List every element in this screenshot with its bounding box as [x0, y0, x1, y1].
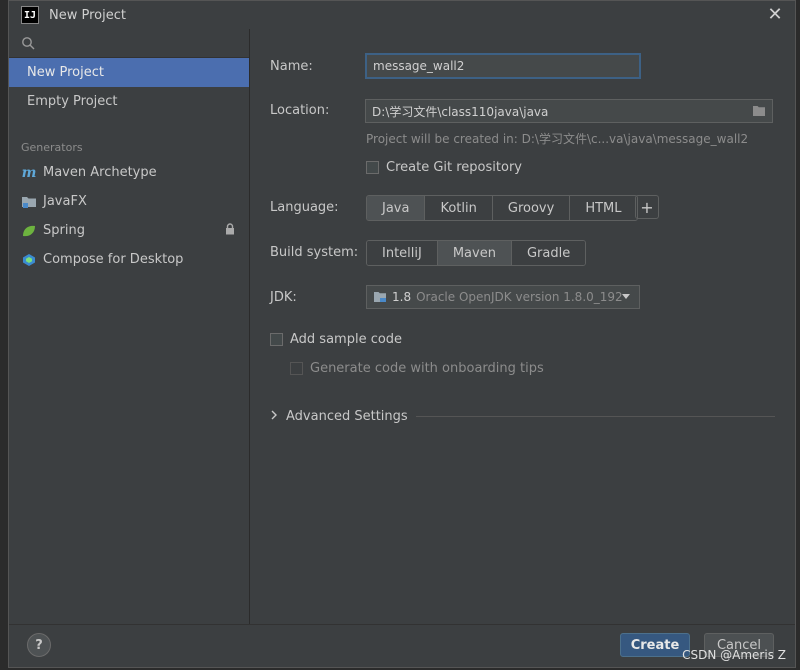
background-editor-strip [0, 0, 8, 670]
language-label: Language: [270, 200, 339, 215]
jdk-folder-icon [373, 291, 387, 303]
build-option-gradle[interactable]: Gradle [511, 241, 586, 265]
advanced-settings-label: Advanced Settings [286, 409, 408, 424]
divider [415, 416, 775, 417]
build-option-intellij[interactable]: IntelliJ [367, 241, 438, 265]
add-sample-code-label: Add sample code [290, 332, 403, 347]
generator-label: Compose for Desktop [43, 252, 184, 267]
sidebar-item-label: New Project [27, 65, 104, 80]
language-selector: Java Kotlin Groovy HTML [366, 195, 638, 221]
name-input-value: message_wall2 [373, 59, 465, 73]
chevron-down-icon [621, 290, 631, 304]
language-option-label: Kotlin [440, 200, 477, 216]
maven-icon: m [21, 164, 37, 181]
add-language-button[interactable]: + [635, 195, 659, 219]
search-icon [22, 37, 35, 50]
location-input-value: D:\学习文件\class110java\java [372, 104, 549, 119]
generators-header: Generators [21, 140, 83, 154]
language-option-kotlin[interactable]: Kotlin [425, 196, 493, 220]
sidebar-item-new-project[interactable]: New Project [9, 58, 249, 87]
location-input[interactable]: D:\学习文件\class110java\java [365, 99, 773, 123]
sidebar-item-label: Empty Project [27, 94, 118, 109]
location-hint: Project will be created in: D:\学习文件\c...… [366, 132, 749, 146]
generator-compose-desktop[interactable]: Compose for Desktop [9, 245, 249, 274]
new-project-dialog: IJ New Project ✕ New Project Empty Proje… [8, 0, 796, 668]
checkbox-box[interactable] [290, 362, 303, 375]
intellij-icon: IJ [21, 6, 39, 24]
location-label: Location: [270, 103, 330, 118]
name-input[interactable]: message_wall2 [365, 53, 641, 79]
jdk-label: JDK: [270, 290, 297, 305]
language-option-label: HTML [585, 200, 622, 216]
git-repository-label: Create Git repository [386, 160, 522, 175]
git-repository-checkbox[interactable]: Create Git repository [366, 160, 522, 175]
window-title: New Project [49, 7, 126, 23]
checkbox-box[interactable] [366, 161, 379, 174]
generator-label: Spring [43, 223, 85, 238]
generator-label: JavaFX [43, 194, 87, 209]
sidebar: New Project Empty Project Generators m M… [9, 29, 250, 625]
language-option-java[interactable]: Java [367, 196, 426, 220]
watermark: CSDN @Ameris Z [682, 648, 786, 662]
chevron-right-icon [270, 409, 278, 424]
project-settings-panel: Name: message_wall2 Location: D:\学习文件\cl… [250, 29, 795, 625]
sidebar-item-empty-project[interactable]: Empty Project [9, 87, 249, 116]
browse-folder-icon[interactable] [752, 105, 766, 120]
language-option-label: Java [382, 200, 410, 216]
language-option-groovy[interactable]: Groovy [492, 196, 571, 220]
dialog-footer: ? Create Cancel [9, 624, 795, 667]
help-button[interactable]: ? [27, 633, 51, 657]
name-label: Name: [270, 59, 313, 74]
generator-spring[interactable]: Spring [9, 216, 249, 245]
close-icon[interactable]: ✕ [765, 5, 785, 25]
build-system-selector: IntelliJ Maven Gradle [366, 240, 587, 266]
add-sample-code-checkbox[interactable]: Add sample code [270, 332, 402, 347]
jdk-select[interactable]: 1.8 Oracle OpenJDK version 1.8.0_192 [366, 285, 640, 309]
generator-maven-archetype[interactable]: m Maven Archetype [9, 158, 249, 187]
compose-icon [21, 252, 37, 268]
sidebar-search[interactable] [9, 29, 249, 58]
checkbox-box[interactable] [270, 333, 283, 346]
build-option-label: Maven [452, 245, 496, 261]
generator-javafx[interactable]: JavaFX [9, 187, 249, 216]
folder-icon [21, 194, 37, 210]
onboarding-tips-label: Generate code with onboarding tips [310, 361, 544, 376]
build-option-maven[interactable]: Maven [437, 241, 512, 265]
jdk-version: 1.8 [392, 290, 412, 304]
language-option-label: Groovy [507, 200, 555, 216]
lock-icon [225, 223, 235, 239]
advanced-settings-toggle[interactable]: Advanced Settings [270, 409, 775, 424]
build-system-label: Build system: [270, 245, 359, 260]
language-option-html[interactable]: HTML [570, 196, 637, 220]
spring-leaf-icon [21, 223, 37, 239]
generator-label: Maven Archetype [43, 165, 157, 180]
create-button[interactable]: Create [620, 633, 690, 657]
title-bar: IJ New Project ✕ [9, 1, 795, 29]
onboarding-tips-checkbox[interactable]: Generate code with onboarding tips [290, 361, 544, 376]
build-option-label: IntelliJ [382, 245, 422, 261]
jdk-name: Oracle OpenJDK version 1.8.0_192 [416, 290, 623, 304]
build-option-label: Gradle [526, 245, 571, 261]
